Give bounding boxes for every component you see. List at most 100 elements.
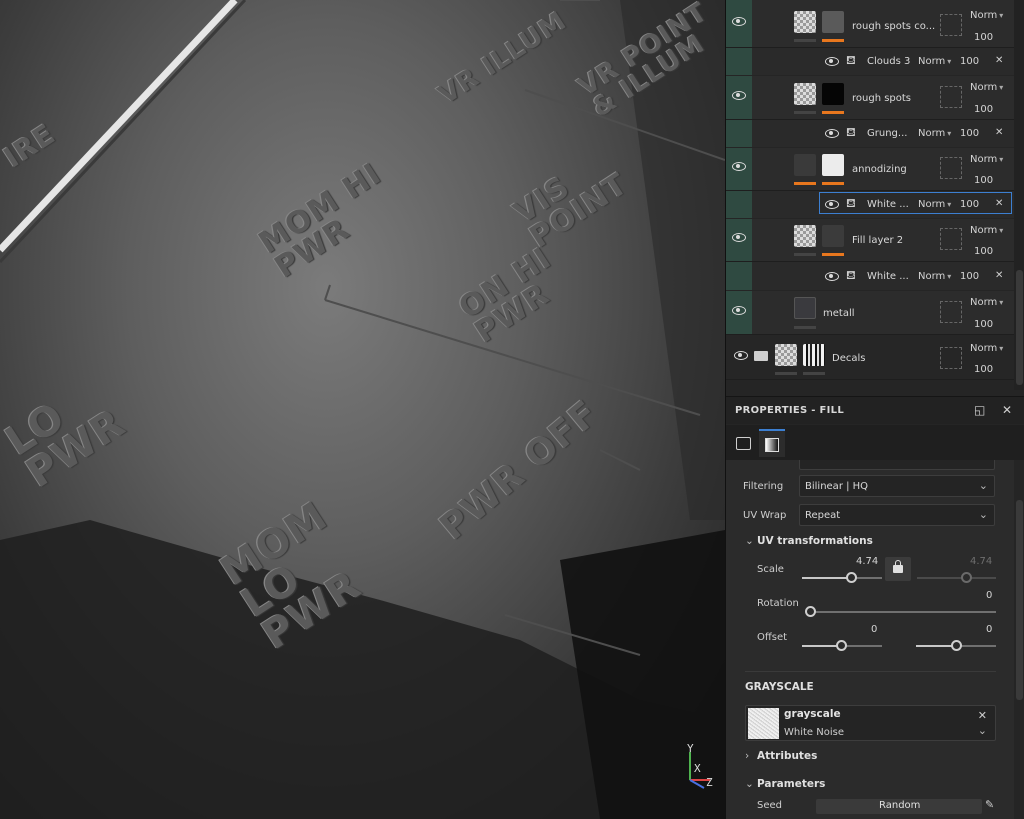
resource-name: grayscale xyxy=(784,708,841,720)
eye-icon[interactable] xyxy=(825,272,839,281)
layer-row[interactable]: Fill layer 2 Norm ▾ 100 xyxy=(726,219,1014,262)
mask-thumbnail xyxy=(822,83,844,105)
effect-name: White ... xyxy=(867,199,909,210)
blend-mode-dropdown[interactable]: Norm ▾ xyxy=(918,128,951,139)
eye-icon[interactable] xyxy=(734,351,748,360)
eye-icon[interactable] xyxy=(732,91,746,100)
layer-row[interactable]: rough spots co... Norm ▾ 100 xyxy=(726,0,1014,48)
scale-slider-knob[interactable] xyxy=(846,572,857,583)
seed-random-button[interactable]: Random xyxy=(816,799,982,814)
offset-u-slider-knob[interactable] xyxy=(836,640,847,651)
opacity-value[interactable]: 100 xyxy=(974,104,993,115)
chevron-down-icon: ▾ xyxy=(999,83,1004,92)
rotation-slider-knob[interactable] xyxy=(805,606,816,617)
offset-u-slider-fill xyxy=(802,645,840,647)
attributes-label: Attributes xyxy=(757,750,818,762)
lock-button[interactable] xyxy=(885,557,911,581)
chevron-down-icon: ⌄ xyxy=(745,778,754,790)
opacity-value[interactable]: 100 xyxy=(974,364,993,375)
blend-mode-dropdown[interactable]: Norm ▾ xyxy=(970,343,1003,354)
opacity-value[interactable]: 100 xyxy=(974,319,993,330)
close-icon[interactable]: ✕ xyxy=(995,127,1003,138)
tab-fill[interactable] xyxy=(759,429,785,457)
chevron-down-icon: ▾ xyxy=(947,272,952,281)
uvwrap-dropdown[interactable]: Repeat ⌄ xyxy=(799,504,995,526)
mask-bar xyxy=(822,253,844,256)
scale-slider2-knob xyxy=(961,572,972,583)
3d-viewport[interactable]: MOM HI PWR ON HI PWR VIS POINT VR ILLUM … xyxy=(0,0,725,819)
blend-mode-dropdown[interactable]: Norm ▾ xyxy=(918,271,951,282)
effect-row[interactable]: ⛾ Clouds 3 Norm ▾ 100 ✕ xyxy=(726,48,1014,75)
layer-thumbnail xyxy=(794,83,816,105)
layer-mask-slot[interactable] xyxy=(940,157,962,179)
effect-row[interactable]: ⛾ White ... Norm ▾ 100 ✕ xyxy=(726,262,1014,290)
opacity-value[interactable]: 100 xyxy=(960,271,979,282)
close-icon[interactable]: ✕ xyxy=(995,270,1003,281)
thumbnail-bar xyxy=(794,111,816,114)
close-icon[interactable]: ✕ xyxy=(978,709,987,722)
chevron-down-icon: ⌄ xyxy=(745,535,754,547)
blend-mode-dropdown[interactable]: Norm ▾ xyxy=(970,82,1003,93)
blend-mode-dropdown[interactable]: Norm ▾ xyxy=(970,154,1003,165)
eye-icon[interactable] xyxy=(825,200,839,209)
blend-mode-dropdown[interactable]: Norm ▾ xyxy=(970,225,1003,236)
axis-gizmo: Y X Z xyxy=(684,742,724,792)
close-icon[interactable]: ✕ xyxy=(995,55,1003,66)
rotation-slider-track[interactable] xyxy=(810,611,996,613)
parameters-section[interactable]: ⌄ Parameters xyxy=(745,778,825,790)
layer-group-row[interactable]: Decals Norm ▾ 100 xyxy=(726,335,1014,380)
eye-icon[interactable] xyxy=(732,233,746,242)
blend-mode-dropdown[interactable]: Norm ▾ xyxy=(918,199,951,210)
chevron-down-icon: ▾ xyxy=(999,155,1004,164)
eye-icon[interactable] xyxy=(825,129,839,138)
blend-mode-dropdown[interactable]: Norm ▾ xyxy=(970,297,1003,308)
properties-scrollbar-thumb[interactable] xyxy=(1016,500,1023,700)
effect-name: Clouds 3 xyxy=(867,56,911,67)
chevron-down-icon: ▾ xyxy=(947,129,952,138)
pencil-icon[interactable]: ✎ xyxy=(985,798,994,811)
offset-value-u[interactable]: 0 xyxy=(871,624,877,635)
layer-row[interactable]: rough spots Norm ▾ 100 xyxy=(726,76,1014,120)
eye-icon[interactable] xyxy=(732,162,746,171)
layer-scrollbar-thumb[interactable] xyxy=(1016,270,1023,385)
effect-row[interactable]: ⛾ White ... Norm ▾ 100 ✕ xyxy=(726,191,1014,218)
layer-mask-slot[interactable] xyxy=(940,14,962,36)
lock-icon xyxy=(893,565,903,573)
opacity-value[interactable]: 100 xyxy=(960,128,979,139)
layer-mask-slot[interactable] xyxy=(940,347,962,369)
layer-row[interactable]: metall Norm ▾ 100 xyxy=(726,291,1014,335)
effect-row[interactable]: ⛾ Grung... Norm ▾ 100 ✕ xyxy=(726,120,1014,147)
close-icon[interactable]: ✕ xyxy=(1002,403,1012,417)
uv-transformations-section[interactable]: ⌄ UV transformations xyxy=(745,535,873,547)
chevron-down-icon[interactable]: ⌄ xyxy=(978,724,987,737)
scale-value[interactable]: 4.74 xyxy=(856,556,878,567)
blend-mode-dropdown[interactable]: Norm ▾ xyxy=(970,10,1003,21)
layer-mask-slot[interactable] xyxy=(940,86,962,108)
offset-v-slider-knob[interactable] xyxy=(951,640,962,651)
eye-icon[interactable] xyxy=(825,57,839,66)
eye-icon[interactable] xyxy=(732,306,746,315)
grayscale-resource-slot[interactable]: grayscale White Noise ✕ ⌄ xyxy=(745,705,996,741)
opacity-value[interactable]: 100 xyxy=(974,246,993,257)
offset-value-v[interactable]: 0 xyxy=(986,624,992,635)
layer-mask-slot[interactable] xyxy=(940,228,962,250)
uv-transformations-label: UV transformations xyxy=(757,535,873,547)
layer-mask-slot[interactable] xyxy=(940,301,962,323)
attributes-section[interactable]: › Attributes xyxy=(745,750,817,762)
rotation-value[interactable]: 0 xyxy=(986,590,992,601)
tab-settings[interactable] xyxy=(731,429,757,457)
opacity-value[interactable]: 100 xyxy=(974,32,993,43)
white-noise-thumbnail xyxy=(748,708,779,739)
eye-icon[interactable] xyxy=(732,17,746,26)
blend-mode-value: Norm xyxy=(970,297,998,308)
layer-row[interactable]: annodizing Norm ▾ 100 xyxy=(726,148,1014,191)
maximize-icon[interactable]: ◱ xyxy=(974,403,985,417)
close-icon[interactable]: ✕ xyxy=(995,198,1003,209)
gradient-tab-icon xyxy=(765,438,779,452)
opacity-value[interactable]: 100 xyxy=(960,199,979,210)
projection-dropdown[interactable] xyxy=(799,460,995,470)
opacity-value[interactable]: 100 xyxy=(974,175,993,186)
filtering-dropdown[interactable]: Bilinear | HQ ⌄ xyxy=(799,475,995,497)
blend-mode-dropdown[interactable]: Norm ▾ xyxy=(918,56,951,67)
opacity-value[interactable]: 100 xyxy=(960,56,979,67)
